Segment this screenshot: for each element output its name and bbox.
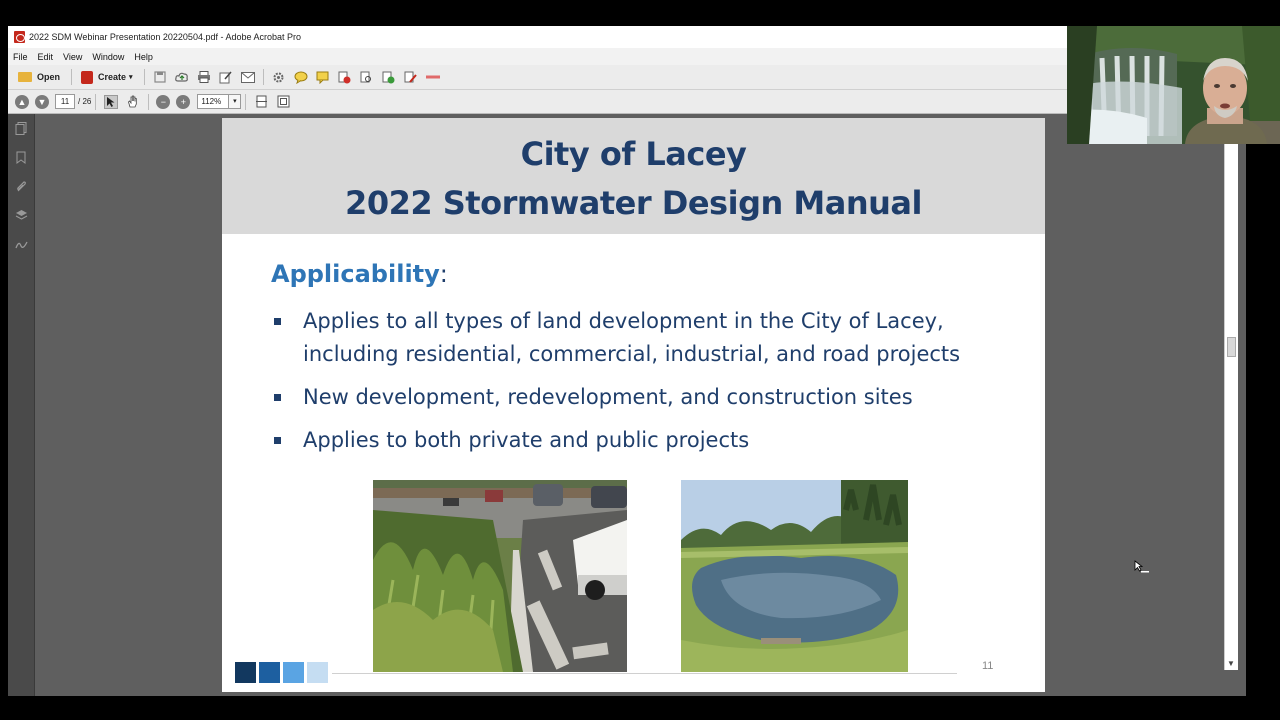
redact-icon[interactable] bbox=[338, 70, 352, 84]
stormwater-pond-photo bbox=[681, 480, 908, 672]
bullet-item: New development, redevelopment, and cons… bbox=[271, 381, 1031, 414]
sticky-note-icon[interactable] bbox=[316, 70, 330, 84]
page-total: / 26 bbox=[78, 97, 92, 106]
export-icon[interactable] bbox=[382, 70, 396, 84]
gear-icon[interactable] bbox=[272, 70, 286, 84]
create-button[interactable]: Create ▾ bbox=[76, 68, 138, 86]
toolbar-separator bbox=[262, 69, 264, 85]
create-pdf-icon bbox=[81, 70, 94, 84]
footer-rule bbox=[332, 673, 957, 674]
comment-icon[interactable] bbox=[294, 70, 308, 84]
toolbar-separator bbox=[245, 93, 247, 110]
search-document-icon[interactable] bbox=[360, 70, 374, 84]
window-title: 2022 SDM Webinar Presentation 20220504.p… bbox=[29, 32, 302, 42]
chevron-down-icon: ▾ bbox=[129, 74, 133, 81]
toolbar-separator bbox=[71, 69, 73, 85]
section-heading: Applicability: bbox=[271, 260, 448, 288]
minus-icon[interactable] bbox=[425, 70, 440, 84]
menu-help[interactable]: Help bbox=[129, 52, 158, 62]
folder-icon bbox=[18, 72, 32, 82]
screen: 2022 SDM Webinar Presentation 20220504.p… bbox=[0, 0, 1280, 720]
toolbar-separator bbox=[95, 93, 97, 110]
bullet-list: Applies to all types of land development… bbox=[271, 305, 1031, 467]
email-icon[interactable] bbox=[240, 70, 255, 84]
zoom-in-icon[interactable]: + bbox=[176, 94, 191, 109]
bullet-marker bbox=[274, 394, 281, 401]
slide-page: City of Lacey 2022 Stormwater Design Man… bbox=[222, 118, 1045, 692]
zoom-level-input[interactable]: 112% bbox=[197, 94, 230, 109]
slide-header: City of Lacey 2022 Stormwater Design Man… bbox=[222, 118, 1045, 234]
slide-title: City of Lacey bbox=[520, 135, 747, 173]
menu-view[interactable]: View bbox=[58, 52, 87, 62]
presenter-webcam-video bbox=[1067, 26, 1280, 144]
toolbar-separator bbox=[148, 93, 150, 110]
bullet-marker bbox=[274, 318, 281, 325]
previous-page-icon[interactable]: ▲ bbox=[15, 94, 29, 109]
scrollbar-thumb[interactable] bbox=[1227, 337, 1236, 357]
page-number-input[interactable]: 11 bbox=[55, 94, 75, 109]
select-tool-icon[interactable] bbox=[104, 94, 119, 109]
page-thumbnails-icon[interactable] bbox=[14, 122, 28, 136]
footer-square bbox=[259, 662, 280, 683]
main-toolbar: Open Create ▾ bbox=[8, 65, 1068, 90]
scroll-down-icon[interactable]: ▼ bbox=[1227, 659, 1235, 668]
toolbar-separator bbox=[143, 69, 145, 85]
section-heading-label: Applicability bbox=[271, 260, 440, 288]
title-bar: 2022 SDM Webinar Presentation 20220504.p… bbox=[8, 26, 1068, 48]
next-page-icon[interactable]: ▼ bbox=[35, 94, 49, 109]
navigation-toolbar: ▲ ▼ 11 / 26 − + 112% ▾ bbox=[8, 90, 1068, 114]
menu-window[interactable]: Window bbox=[87, 52, 129, 62]
signatures-icon[interactable] bbox=[14, 238, 28, 252]
bullet-marker bbox=[274, 437, 281, 444]
slide-subtitle: 2022 Stormwater Design Manual bbox=[345, 184, 922, 222]
fit-width-icon[interactable] bbox=[254, 95, 268, 109]
bookmarks-icon[interactable] bbox=[14, 151, 28, 165]
bullet-text: Applies to both private and public proje… bbox=[303, 428, 750, 452]
bullet-text: Applies to all types of land development… bbox=[303, 309, 961, 366]
footer-square bbox=[307, 662, 328, 683]
open-button[interactable]: Open bbox=[13, 68, 65, 86]
create-label: Create bbox=[98, 72, 127, 82]
layers-icon[interactable] bbox=[14, 209, 28, 223]
parking-lot-rain-garden-photo bbox=[373, 480, 627, 672]
menu-edit[interactable]: Edit bbox=[33, 52, 59, 62]
pdf-icon bbox=[14, 31, 25, 43]
bullet-item: Applies to both private and public proje… bbox=[271, 424, 1031, 457]
cloud-upload-icon[interactable] bbox=[174, 70, 189, 84]
vertical-scrollbar[interactable]: ▼ bbox=[1224, 119, 1238, 670]
sign-icon[interactable] bbox=[404, 70, 418, 84]
bullet-text: New development, redevelopment, and cons… bbox=[303, 385, 913, 409]
footer-square bbox=[283, 662, 304, 683]
hand-tool-icon[interactable] bbox=[126, 95, 140, 109]
edit-icon[interactable] bbox=[219, 70, 233, 84]
bullet-item: Applies to all types of land development… bbox=[271, 305, 1031, 371]
zoom-out-icon[interactable]: − bbox=[156, 94, 171, 109]
print-icon[interactable] bbox=[197, 70, 211, 84]
footer-color-squares bbox=[235, 662, 331, 683]
zoom-dropdown-icon[interactable]: ▾ bbox=[229, 94, 242, 109]
fit-page-icon[interactable] bbox=[276, 95, 290, 109]
attachments-icon[interactable] bbox=[14, 180, 28, 194]
footer-square bbox=[235, 662, 256, 683]
save-icon[interactable] bbox=[153, 70, 167, 84]
section-heading-colon: : bbox=[439, 260, 448, 288]
open-label: Open bbox=[37, 72, 61, 82]
slide-page-number: 11 bbox=[982, 660, 994, 672]
menu-bar: File Edit View Window Help bbox=[8, 48, 1068, 65]
menu-file[interactable]: File bbox=[8, 52, 33, 62]
navigation-panel bbox=[8, 114, 35, 696]
mouse-cursor-icon bbox=[1134, 560, 1150, 579]
